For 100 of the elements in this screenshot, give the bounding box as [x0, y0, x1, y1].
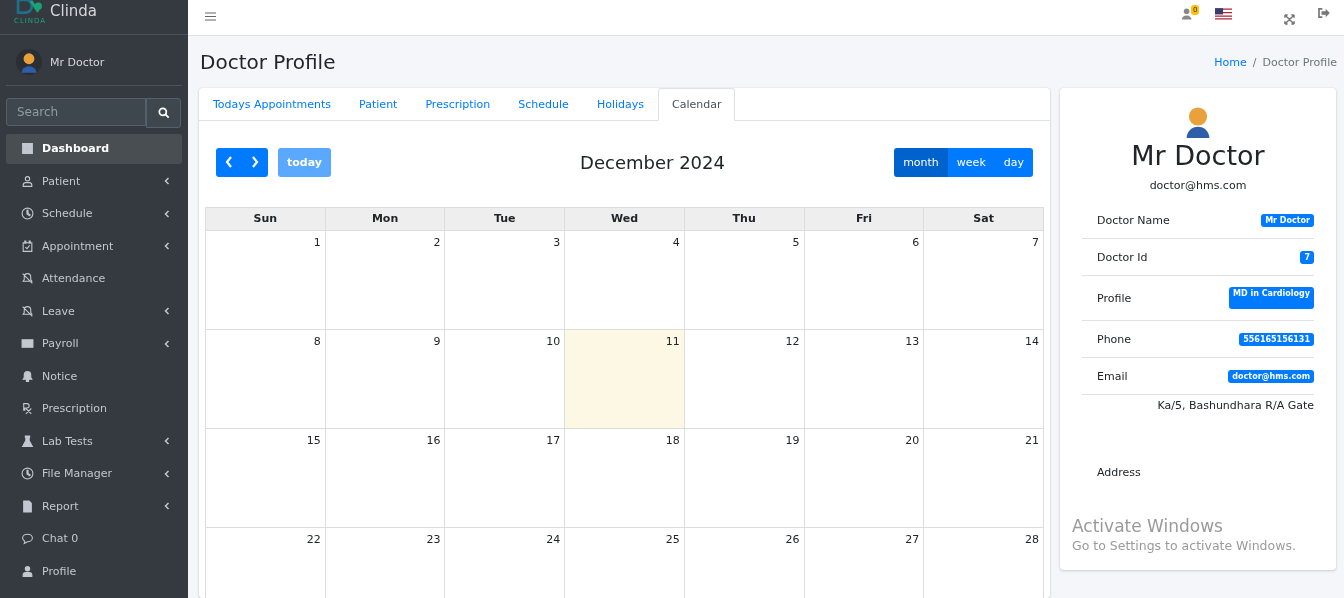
brand-name[interactable]: Clinda	[50, 2, 98, 20]
activation-notice-title: Activate Windows	[1072, 516, 1224, 536]
logout-icon[interactable]	[1318, 8, 1330, 18]
field-label: Profile	[1097, 291, 1132, 305]
view-button[interactable]: week	[947, 147, 995, 177]
day-cell[interactable]: 12	[684, 330, 805, 429]
sidebar-item[interactable]: File Manager	[6, 459, 182, 489]
day-cell[interactable]: 15	[206, 429, 326, 528]
weekday-header: Sun	[206, 208, 326, 231]
field-value: Ka/5, Bashundhara R/A Gate	[1156, 399, 1314, 412]
search-button[interactable]	[146, 98, 181, 128]
breadcrumb-current: Doctor Profile	[1262, 55, 1337, 69]
tab[interactable]: Prescription	[411, 88, 505, 121]
day-cell[interactable]: 13	[804, 330, 925, 429]
tab[interactable]: Schedule	[504, 88, 583, 121]
profile-name: Mr Doctor	[1131, 140, 1265, 171]
page-title: Doctor Profile	[200, 50, 336, 74]
user-name[interactable]: Mr Doctor	[50, 55, 105, 69]
flag-icon[interactable]	[1215, 8, 1232, 20]
field-label: Doctor Id	[1097, 250, 1148, 264]
day-cell[interactable]: 16	[325, 429, 446, 528]
day-cell[interactable]: 24	[445, 528, 566, 598]
day-cell[interactable]: 7	[924, 231, 1044, 330]
weekday-header: Sat	[924, 208, 1044, 231]
bell-icon	[21, 369, 34, 383]
day-cell[interactable]: 27	[804, 528, 925, 598]
day-cell[interactable]: 18	[565, 429, 685, 528]
field-label: Address	[1097, 466, 1142, 481]
tab[interactable]: Todays Appointments	[199, 88, 346, 121]
flask-icon	[21, 434, 34, 448]
day-cell[interactable]: 28	[924, 528, 1044, 598]
sidebar-item[interactable]: Profile	[6, 556, 182, 586]
tab[interactable]: Calendar	[657, 88, 736, 121]
sidebar-item[interactable]: Leave	[6, 296, 182, 326]
tab[interactable]: Patient	[345, 88, 412, 121]
tab[interactable]: Holidays	[582, 88, 658, 121]
day-cell[interactable]: 23	[325, 528, 446, 598]
chevron-right-icon	[251, 156, 259, 168]
weekday-header: Wed	[565, 208, 685, 231]
sidebar-item[interactable]: Prescription	[6, 394, 182, 424]
chat-bubble-icon	[21, 532, 34, 546]
profile-email: doctor@hms.com	[1149, 179, 1247, 192]
field-label: Doctor Name	[1097, 213, 1170, 227]
day-cell[interactable]: 19	[684, 429, 805, 528]
day-cell[interactable]: 8	[206, 330, 326, 429]
day-cell[interactable]: 5	[684, 231, 805, 330]
day-cell[interactable]: 22	[206, 528, 326, 598]
sidebar-item[interactable]: Notice	[6, 361, 182, 391]
person-icon	[21, 564, 34, 578]
sidebar-item[interactable]: Lab Tests	[6, 426, 182, 456]
prescription-icon	[21, 402, 34, 416]
day-cell[interactable]: 1	[206, 231, 326, 330]
day-cell[interactable]: 14	[924, 330, 1044, 429]
menu-icon[interactable]	[205, 12, 216, 21]
weekday-header: Tue	[445, 208, 566, 231]
sidebar-item[interactable]: Attendance	[6, 264, 182, 294]
bell-slash-icon	[21, 272, 34, 286]
day-cell[interactable]: 26	[684, 528, 805, 598]
value-badge: Mr Doctor	[1261, 213, 1314, 227]
value-badge: MD in Cardiology	[1229, 287, 1314, 309]
weekday-header: Mon	[325, 208, 446, 231]
clock-icon	[21, 207, 34, 221]
field-label: Email	[1097, 369, 1128, 383]
value-badge: 556165156131	[1239, 332, 1314, 346]
sidebar-item[interactable]: Dashboard	[6, 134, 182, 164]
person-icon	[21, 174, 34, 188]
day-cell[interactable]: 25	[565, 528, 685, 598]
weekday-header: Fri	[804, 208, 925, 231]
calendar-title: December 2024	[580, 151, 725, 173]
value-badge: doctor@hms.com	[1228, 369, 1314, 383]
sidebar-item[interactable]: Chat 0	[6, 524, 182, 554]
day-cell[interactable]: 17	[445, 429, 566, 528]
breadcrumb-link[interactable]: Home	[1214, 55, 1247, 69]
search-icon	[156, 106, 171, 120]
search-field[interactable]: Search	[6, 98, 146, 126]
avatar-icon	[1184, 104, 1212, 138]
view-button[interactable]: month	[894, 147, 948, 177]
day-cell[interactable]: 6	[804, 231, 925, 330]
day-cell[interactable]: 11	[565, 330, 685, 429]
day-cell[interactable]: 9	[325, 330, 446, 429]
bell-slash-icon	[21, 304, 34, 318]
sidebar-item[interactable]: Payroll	[6, 329, 182, 359]
day-cell[interactable]: 21	[924, 429, 1044, 528]
next-button[interactable]	[242, 147, 268, 177]
sidebar-item[interactable]: Schedule	[6, 199, 182, 229]
breadcrumb-separator: /	[1252, 55, 1257, 69]
sidebar-item[interactable]: Appointment	[6, 231, 182, 261]
avatar-icon	[16, 49, 42, 75]
day-cell[interactable]: 2	[325, 231, 446, 330]
weekday-header: Thu	[684, 208, 805, 231]
chevron-left-icon	[225, 156, 233, 168]
day-cell[interactable]: 3	[445, 231, 566, 330]
fullscreen-icon[interactable]	[1284, 14, 1295, 25]
view-button[interactable]: day	[994, 147, 1033, 177]
day-cell[interactable]: 20	[804, 429, 925, 528]
calendar-check-icon	[21, 239, 34, 253]
sidebar-item[interactable]: Report	[6, 491, 182, 521]
clock-icon	[21, 467, 34, 481]
previous-button[interactable]	[216, 147, 242, 177]
sidebar-item[interactable]: Patient	[6, 166, 182, 196]
